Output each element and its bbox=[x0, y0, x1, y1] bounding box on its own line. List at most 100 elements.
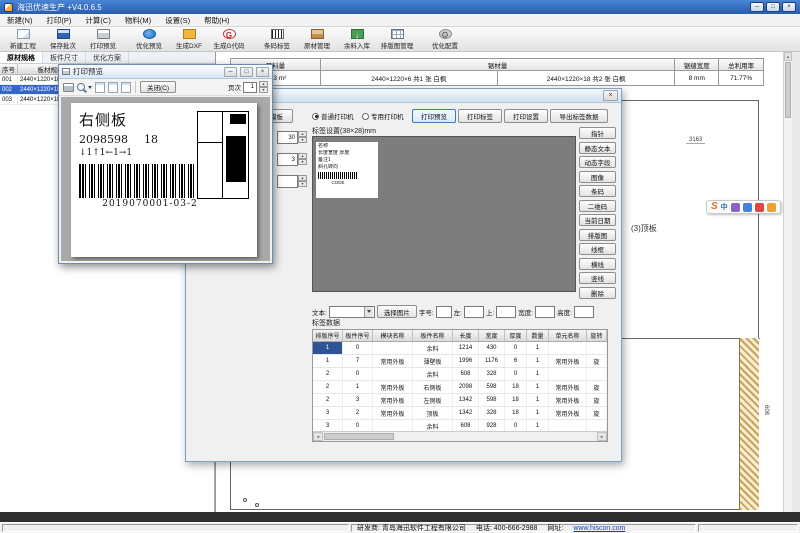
toolbar-button[interactable]: 原材管理 bbox=[297, 28, 337, 51]
toolbar-button[interactable]: 条码标签 bbox=[257, 28, 297, 51]
toolbox-icon[interactable] bbox=[767, 203, 776, 212]
label-field[interactable]: 斜孔转向 bbox=[318, 164, 376, 171]
table-cell[interactable]: 1214 bbox=[453, 342, 479, 354]
label-field[interactable]: 长度宽度 厚度 bbox=[318, 150, 376, 157]
table-cell[interactable] bbox=[549, 368, 587, 380]
design-tool-button[interactable]: 静态文本 bbox=[579, 142, 616, 154]
scroll-left-icon[interactable]: ◄ bbox=[313, 432, 323, 441]
table-cell[interactable]: 430 bbox=[479, 342, 505, 354]
menu-item[interactable]: 计算(C) bbox=[78, 14, 117, 27]
scroll-up-icon[interactable]: ▲ bbox=[784, 52, 792, 61]
design-tool-button[interactable]: 图像 bbox=[579, 171, 616, 183]
spin-value[interactable]: 3 bbox=[277, 153, 298, 166]
mic-icon[interactable] bbox=[731, 203, 740, 212]
close-icon[interactable]: × bbox=[603, 90, 618, 101]
label-design-area[interactable]: 名称 长度宽度 厚度 备注1 斜孔转向 CODE bbox=[312, 136, 576, 292]
table-cell[interactable]: 3 bbox=[343, 394, 373, 406]
table-cell[interactable]: 0 bbox=[505, 368, 527, 380]
column-header[interactable]: 宽度 bbox=[479, 330, 505, 341]
spin-down-icon[interactable]: ▼ bbox=[298, 159, 307, 165]
design-tool-button[interactable]: 二维码 bbox=[579, 200, 616, 212]
label-template-preview[interactable]: 名称 长度宽度 厚度 备注1 斜孔转向 CODE bbox=[316, 142, 378, 198]
table-cell[interactable]: 2 bbox=[313, 368, 343, 380]
keyboard-icon[interactable] bbox=[743, 203, 752, 212]
table-cell[interactable]: 0 bbox=[343, 342, 373, 354]
table-cell[interactable]: 1 bbox=[527, 342, 549, 354]
radio-icon[interactable] bbox=[362, 113, 369, 120]
table-row[interactable]: 17常用外板薄壁板1996117661常用外板旋 bbox=[313, 355, 607, 368]
table-cell[interactable]: 0 bbox=[505, 342, 527, 354]
table-cell[interactable]: 旋 bbox=[587, 394, 607, 406]
table-cell[interactable]: 328 bbox=[479, 368, 505, 380]
column-header[interactable]: 板件名称 bbox=[413, 330, 453, 341]
table-cell[interactable]: 2 bbox=[313, 394, 343, 406]
toolbar-button[interactable]: 余料入库 bbox=[337, 28, 377, 51]
table-cell[interactable]: 18 bbox=[505, 394, 527, 406]
radio-icon[interactable] bbox=[312, 113, 319, 120]
table-cell[interactable]: 余料 bbox=[413, 342, 453, 354]
table-cell[interactable]: 1 bbox=[527, 407, 549, 419]
table-cell[interactable]: 1342 bbox=[453, 394, 479, 406]
website-link[interactable]: www.hiscon.com bbox=[573, 525, 625, 532]
design-tool-button[interactable]: 竖线 bbox=[579, 272, 616, 284]
toolbar-button[interactable]: 打印预览 bbox=[83, 28, 123, 51]
table-row[interactable]: 20余料60832801 bbox=[313, 368, 607, 381]
table-cell[interactable]: 1 bbox=[527, 368, 549, 380]
design-tool-button[interactable]: 当前日期 bbox=[579, 214, 616, 226]
toolbar-button[interactable]: 优化预览 bbox=[129, 28, 169, 51]
design-tool-button[interactable]: 排版图 bbox=[579, 229, 616, 241]
table-cell[interactable] bbox=[587, 368, 607, 380]
table-cell[interactable]: 常用外板 bbox=[549, 394, 587, 406]
table-cell[interactable]: 2 bbox=[313, 381, 343, 393]
page-layout-icon[interactable] bbox=[121, 82, 131, 93]
column-header[interactable]: 厚度 bbox=[505, 330, 527, 341]
table-cell[interactable]: 1342 bbox=[453, 407, 479, 419]
spin-down-icon[interactable]: ▼ bbox=[298, 181, 307, 187]
minimize-button-icon[interactable]: ─ bbox=[750, 2, 764, 12]
table-cell[interactable]: 1176 bbox=[479, 355, 505, 367]
table-cell[interactable]: 常用外板 bbox=[373, 394, 413, 406]
design-tool-button[interactable]: 动态字段 bbox=[579, 156, 616, 168]
printer-radio-option[interactable]: 专用打印机 bbox=[362, 111, 410, 121]
select-image-button[interactable]: 选择图片 bbox=[377, 305, 417, 318]
table-cell[interactable]: 608 bbox=[453, 368, 479, 380]
dialog-action-button[interactable]: 打印设置 bbox=[504, 109, 548, 123]
column-header[interactable]: 模块名称 bbox=[373, 330, 413, 341]
toolbar-button[interactable]: 保存批次 bbox=[43, 28, 83, 51]
font-size-input[interactable] bbox=[436, 306, 452, 318]
table-cell[interactable]: 2 bbox=[343, 407, 373, 419]
table-row[interactable]: 23常用外板左侧板1342598181常用外板旋 bbox=[313, 394, 607, 407]
table-cell[interactable]: 328 bbox=[479, 407, 505, 419]
column-header[interactable]: 单元名称 bbox=[549, 330, 587, 341]
tab[interactable]: 原材规格 bbox=[0, 52, 43, 63]
table-cell[interactable] bbox=[373, 368, 413, 380]
menu-item[interactable]: 帮助(H) bbox=[197, 14, 236, 27]
close-icon[interactable]: × bbox=[256, 67, 269, 77]
menu-item[interactable]: 新建(N) bbox=[0, 14, 39, 27]
zoom-icon[interactable] bbox=[77, 83, 85, 91]
table-cell[interactable]: 0 bbox=[343, 368, 373, 380]
table-cell[interactable]: 常用外板 bbox=[549, 355, 587, 367]
spin-input[interactable]: ▲▼ bbox=[277, 175, 307, 188]
table-cell[interactable]: 常用外板 bbox=[549, 381, 587, 393]
table-cell[interactable]: 1 bbox=[527, 381, 549, 393]
design-tool-button[interactable]: 横线 bbox=[579, 258, 616, 270]
dialog-action-button[interactable]: 打印标签 bbox=[458, 109, 502, 123]
table-cell[interactable]: 598 bbox=[479, 394, 505, 406]
table-cell[interactable] bbox=[587, 342, 607, 354]
chevron-down-icon[interactable] bbox=[88, 86, 92, 89]
chinese-mode-icon[interactable]: 中 bbox=[721, 202, 728, 212]
table-cell[interactable]: 右侧板 bbox=[413, 381, 453, 393]
menu-item[interactable]: 设置(S) bbox=[158, 14, 197, 27]
spinner-arrows[interactable]: ▲▼ bbox=[259, 81, 268, 93]
column-header[interactable]: 序号 bbox=[0, 64, 18, 74]
table-cell[interactable]: 001 bbox=[0, 75, 18, 84]
table-cell[interactable]: 左侧板 bbox=[413, 394, 453, 406]
spinner-arrows[interactable]: ▲▼ bbox=[298, 153, 307, 166]
table-cell[interactable]: 002 bbox=[0, 85, 18, 94]
scrollbar-thumb[interactable] bbox=[785, 62, 791, 118]
chevron-down-icon[interactable] bbox=[364, 307, 373, 317]
table-cell[interactable]: 18 bbox=[505, 407, 527, 419]
table-cell[interactable]: 顶板 bbox=[413, 407, 453, 419]
close-button-icon[interactable]: × bbox=[782, 2, 796, 12]
